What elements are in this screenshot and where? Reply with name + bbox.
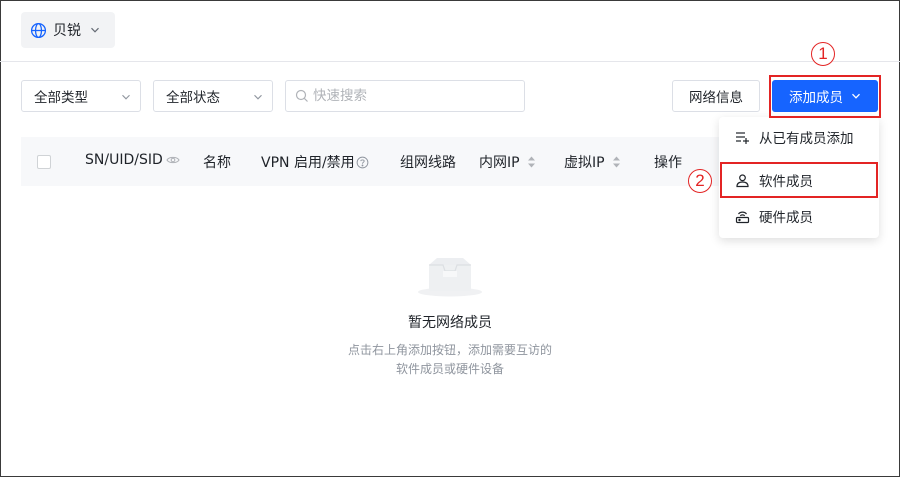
step-badge-number: 2 <box>695 171 705 190</box>
type-filter-value: 全部类型 <box>34 90 88 106</box>
empty-state-title: 暂无网络成员 <box>408 315 492 331</box>
chevron-down-icon <box>91 27 99 33</box>
router-icon <box>735 211 750 223</box>
network-info-button[interactable]: 网络信息 <box>672 80 760 112</box>
column-label: 组网线路 <box>400 155 456 171</box>
column-label: SN/UID/SID <box>85 152 163 168</box>
empty-box-icon <box>418 258 482 297</box>
add-member-button[interactable]: 添加成员 <box>772 80 878 112</box>
sort-icon[interactable] <box>527 155 536 169</box>
empty-state-description: 点击右上角添加按钮，添加需要互访的 软件成员或硬件设备 <box>0 341 900 379</box>
column-header-virtual-ip[interactable]: 虚拟IP <box>564 152 621 172</box>
sort-icon[interactable] <box>612 155 621 169</box>
list-add-icon <box>736 131 749 144</box>
search-input[interactable] <box>313 88 513 104</box>
menu-item-label: 软件成员 <box>759 174 813 190</box>
menu-item-hardware-member[interactable]: 硬件成员 <box>719 199 879 233</box>
select-all-checkbox[interactable] <box>37 155 51 169</box>
column-label: VPN 启用/禁用 <box>261 155 355 171</box>
network-switcher[interactable]: 贝锐 <box>21 12 115 48</box>
column-label: 虚拟IP <box>564 155 605 171</box>
step-badge-number: 1 <box>818 44 828 63</box>
help-icon[interactable] <box>356 156 369 169</box>
menu-item-label: 硬件成员 <box>759 210 813 226</box>
screenshot-frame <box>0 0 900 477</box>
user-icon <box>736 173 749 187</box>
add-member-dropdown: 从已有成员添加 软件成员 硬件成员 <box>719 117 879 238</box>
type-filter-select[interactable]: 全部类型 <box>21 80 141 112</box>
search-box[interactable] <box>285 80 525 112</box>
column-header-route: 组网线路 <box>400 152 456 172</box>
menu-item-label: 从已有成员添加 <box>759 131 854 147</box>
column-header-sn: SN/UID/SID <box>85 152 180 168</box>
network-name: 贝锐 <box>53 23 81 39</box>
column-header-lan-ip[interactable]: 内网IP <box>479 152 536 172</box>
empty-state-line: 点击右上角添加按钮，添加需要互访的 <box>347 343 552 357</box>
chevron-down-icon <box>254 94 262 100</box>
chevron-down-icon <box>122 94 130 100</box>
chevron-down-icon <box>852 93 860 99</box>
column-label: 名称 <box>203 155 231 171</box>
step-badge-2: 2 <box>688 169 712 193</box>
eye-icon[interactable] <box>166 153 180 167</box>
column-header-name: 名称 <box>203 152 231 172</box>
header-divider <box>0 61 900 62</box>
step-badge-1: 1 <box>811 42 835 66</box>
menu-item-add-existing[interactable]: 从已有成员添加 <box>719 120 879 154</box>
column-header-vpn: VPN 启用/禁用 <box>261 152 369 172</box>
search-icon <box>295 89 308 102</box>
globe-icon <box>30 22 47 38</box>
status-filter-select[interactable]: 全部状态 <box>153 80 273 112</box>
add-member-label: 添加成员 <box>789 90 843 106</box>
column-header-actions: 操作 <box>654 152 682 172</box>
column-label: 操作 <box>654 155 682 171</box>
column-label: 内网IP <box>479 155 520 171</box>
menu-item-software-member[interactable]: 软件成员 <box>719 163 879 197</box>
status-filter-value: 全部状态 <box>166 90 220 106</box>
empty-state-line: 软件成员或硬件设备 <box>395 362 504 376</box>
